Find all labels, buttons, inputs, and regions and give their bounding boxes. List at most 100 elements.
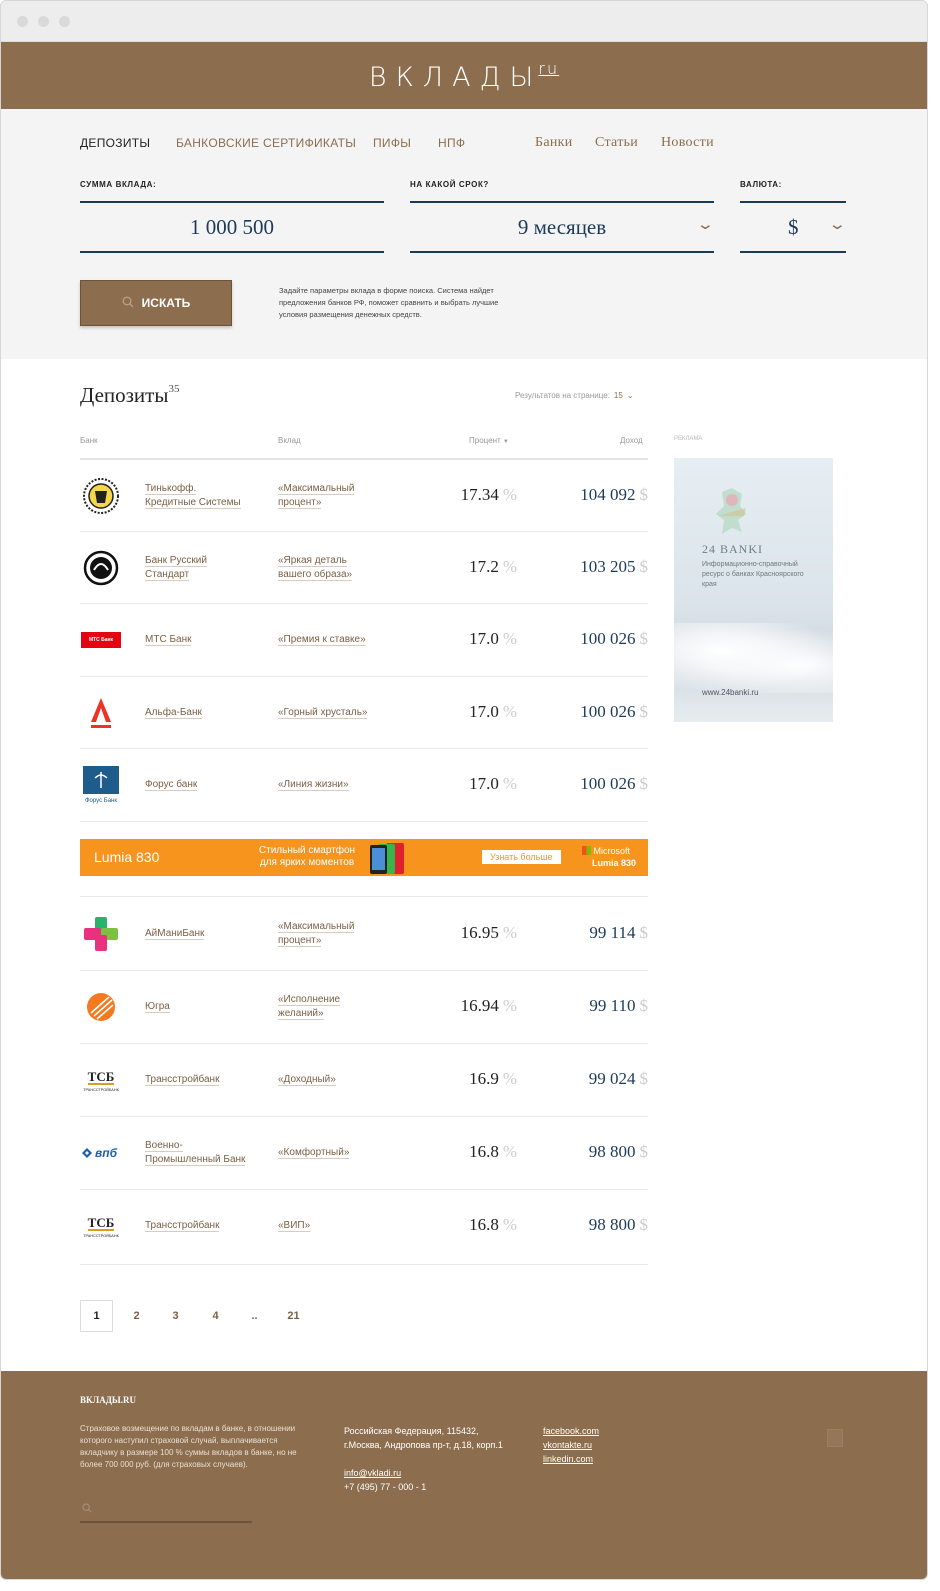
page-link: .. <box>251 1310 258 1322</box>
search-help-text: Задайте параметры вклада в форме поиска.… <box>279 286 499 319</box>
bank-name-line: Трансстройбанк <box>145 1220 220 1232</box>
search-panel: ДЕПОЗИТЫ БАНКОВСКИЕ СЕРТИФИКАТЫ ПИФЫ НПФ… <box>1 109 927 359</box>
bank-name-link[interactable]: Банк Русский Стандарт <box>145 554 255 582</box>
page-current[interactable]: 1 <box>80 1300 113 1332</box>
search-button[interactable]: ИСКАТЬ <box>80 280 232 326</box>
page-link[interactable]: 3 <box>159 1300 192 1332</box>
bank-logo[interactable] <box>80 916 122 952</box>
income-number: 100 026 <box>580 702 636 721</box>
table-bottom-divider <box>80 1264 648 1265</box>
nav-banks[interactable]: Банки <box>535 135 573 151</box>
banner-brand: Microsoft <box>593 846 631 856</box>
window-chrome <box>1 1 927 42</box>
nav-npf[interactable]: НПФ <box>438 136 465 150</box>
deposit-name-link[interactable]: «Яркая деталь вашего образа» <box>278 554 388 582</box>
side-ad[interactable]: 24 BANKI Информационно-справочный ресурс… <box>674 458 833 722</box>
footer-email-link[interactable]: info@vkladi.ru <box>344 1466 426 1480</box>
income-number: 98 800 <box>588 1142 636 1161</box>
deposit-name-link[interactable]: «Исполнение желаний» <box>278 993 388 1021</box>
bank-logo[interactable]: ТСБ ТРАНССТРОЙБАНК <box>80 1208 122 1244</box>
deposit-name-link[interactable]: «Максимальный процент» <box>278 920 388 948</box>
deposit-name-link[interactable]: «Комфортный» <box>278 1146 388 1160</box>
banner-cta-button[interactable]: Узнать больше <box>482 850 561 864</box>
bank-logo[interactable] <box>80 989 122 1025</box>
page-link[interactable]: 2 <box>120 1300 153 1332</box>
bank-logo[interactable] <box>80 550 122 586</box>
table-row: Банк Русский Стандарт «Яркая деталь вашего … <box>80 532 648 604</box>
page-link[interactable]: 21 <box>277 1300 310 1332</box>
banner-tagline-2: для ярких моментов <box>259 857 355 868</box>
bank-logo[interactable]: впб <box>80 1135 122 1171</box>
chevron-down-icon: ⌄ <box>696 217 716 233</box>
page-link[interactable]: 4 <box>199 1300 232 1332</box>
lumia-banner[interactable]: Lumia 830 Стильный смартфон для ярких мом… <box>80 839 648 876</box>
bank-logo[interactable]: ТСБ ТРАНССТРОЙБАНК <box>80 1062 122 1098</box>
income-value: 98 800 $ <box>589 1142 648 1162</box>
percent-value: 16.8% <box>469 1142 517 1162</box>
bank-name-link[interactable]: Трансстройбанк <box>145 1073 255 1087</box>
deposit-name-line: «Комфортный» <box>278 1147 350 1159</box>
deposit-name-link[interactable]: «Премия к ставке» <box>278 633 388 647</box>
results-count: 35 <box>168 383 180 395</box>
amount-input[interactable]: 1 000 500 <box>80 201 384 253</box>
nav-deposits[interactable]: ДЕПОЗИТЫ <box>80 136 150 150</box>
bank-logo[interactable] <box>80 695 122 731</box>
sort-arrow-icon: ▼ <box>502 439 509 445</box>
bank-logo[interactable] <box>80 478 122 514</box>
facebook-link[interactable]: facebook.com <box>543 1424 599 1438</box>
bank-name-link[interactable]: МТС Банк <box>145 633 255 647</box>
linkedin-link[interactable]: linkedin.com <box>543 1452 599 1466</box>
currency-sign: $ <box>639 923 649 942</box>
footer-search-input[interactable] <box>80 1495 252 1523</box>
bank-logo[interactable]: Форус Банк <box>80 766 122 804</box>
nav-pif[interactable]: ПИФЫ <box>373 136 411 150</box>
bank-name-link[interactable]: Форус банк <box>145 778 255 792</box>
nav-certificates[interactable]: БАНКОВСКИЕ СЕРТИФИКАТЫ <box>176 136 356 150</box>
table-row: ТСБ ТРАНССТРОЙБАНК Трансстройбанк «Доходный… <box>80 1044 648 1116</box>
window-dot[interactable] <box>59 16 70 27</box>
income-number: 99 110 <box>589 996 636 1015</box>
bank-name-line: Кредитные Системы <box>145 497 241 509</box>
logo-text: ВКЛАДЫ <box>368 61 543 93</box>
percent-number: 17.2 <box>469 557 499 576</box>
window-dot[interactable] <box>17 16 28 27</box>
percent-value: 17.0% <box>469 702 517 722</box>
vkontakte-link[interactable]: vkontakte.ru <box>543 1438 599 1452</box>
nav-news[interactable]: Новости <box>661 135 714 151</box>
ad-label: РЕКЛАМА <box>674 436 703 442</box>
table-row: впб Военно- Промышленный Банк «Комфортный» 1… <box>80 1117 648 1189</box>
bank-name-link[interactable]: АйМаниБанк <box>145 927 255 941</box>
income-number: 104 092 <box>580 485 636 504</box>
currency-select[interactable]: $ ⌄ <box>740 201 847 253</box>
bank-name-link[interactable]: Военно- Промышленный Банк <box>145 1139 255 1167</box>
bank-logo[interactable]: МТС Банк <box>80 622 122 658</box>
bank-name-link[interactable]: Альфа-Банк <box>145 706 255 720</box>
per-page-value: 15 <box>613 391 623 400</box>
window-dot[interactable] <box>38 16 49 27</box>
col-percent-header[interactable]: Процент ▼ <box>469 436 509 445</box>
svg-text:впб: впб <box>95 1146 118 1160</box>
deposit-name-link[interactable]: «Максимальный процент» <box>278 482 388 510</box>
bank-name-link[interactable]: Тинькофф. Кредитные Системы <box>145 482 255 510</box>
bank-name-link[interactable]: Югра <box>145 1000 255 1014</box>
term-select[interactable]: 9 месяцев ⌄ <box>410 201 716 253</box>
percent-sign: % <box>502 702 517 721</box>
microsoft-brand: Microsoft Lumia 830 <box>582 845 636 869</box>
site-logo[interactable]: ВКЛАДЫru <box>369 59 559 93</box>
percent-value: 16.94% <box>461 996 517 1016</box>
percent-sign: % <box>502 1069 517 1088</box>
deposit-name-link[interactable]: «Доходный» <box>278 1073 388 1087</box>
bank-name-link[interactable]: Трансстройбанк <box>145 1219 255 1233</box>
deposit-name-link[interactable]: «ВИП» <box>278 1219 388 1233</box>
per-page-selector[interactable]: Результатов на странице: 15 ⌄ <box>515 391 634 400</box>
svg-text:ТРАНССТРОЙБАНК: ТРАНССТРОЙБАНК <box>83 1088 119 1092</box>
deposit-name-link[interactable]: «Горный хрусталь» <box>278 706 388 720</box>
currency-sign: $ <box>639 702 649 721</box>
deposit-name-link[interactable]: «Линия жизни» <box>278 778 388 792</box>
chevron-down-icon: ⌄ <box>626 391 634 400</box>
bank-name-line: АйМаниБанк <box>145 928 205 940</box>
percent-sign: % <box>502 557 517 576</box>
nav-articles[interactable]: Статьи <box>595 135 638 151</box>
footer-address-1: Российская Федерация, 115432, <box>344 1426 479 1436</box>
bank-name-line: Тинькофф. <box>145 483 197 495</box>
